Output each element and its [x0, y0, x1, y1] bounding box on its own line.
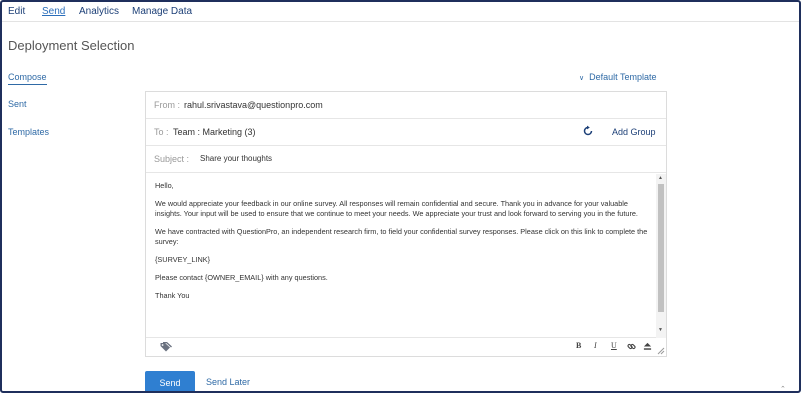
- to-value[interactable]: Team : Marketing (3): [173, 127, 256, 137]
- eject-icon[interactable]: [643, 342, 652, 351]
- bold-button[interactable]: B: [576, 341, 581, 350]
- send-later-link[interactable]: Send Later: [206, 377, 250, 387]
- editor-toolbar: B I U: [146, 338, 666, 356]
- from-value: rahul.srivastava@questionpro.com: [184, 100, 323, 110]
- link-icon[interactable]: [627, 342, 636, 351]
- subject-input[interactable]: Share your thoughts: [200, 154, 272, 163]
- template-selector-label: Default Template: [589, 72, 657, 82]
- nav-manage-data[interactable]: Manage Data: [132, 6, 192, 17]
- email-composer: From : rahul.srivastava@questionpro.com …: [145, 91, 667, 357]
- underline-button[interactable]: U: [611, 341, 617, 350]
- nav-analytics[interactable]: Analytics: [79, 6, 119, 17]
- scroll-up-icon[interactable]: ▲: [658, 175, 663, 181]
- app-frame: Edit Send Analytics Manage Data Deployme…: [0, 0, 801, 393]
- email-body-editor[interactable]: Hello, We would appreciate your feedback…: [146, 174, 666, 338]
- body-paragraph: We have contracted with QuestionPro, an …: [155, 227, 648, 246]
- body-scrollbar[interactable]: ▲ ▼: [656, 174, 666, 338]
- sidebar-item-sent[interactable]: Sent: [8, 99, 27, 109]
- chevron-down-icon: ∨: [579, 75, 585, 82]
- add-group-button[interactable]: Add Group: [612, 127, 656, 137]
- tag-icon[interactable]: [160, 342, 172, 352]
- from-row: From : rahul.srivastava@questionpro.com: [146, 92, 666, 119]
- nav-edit[interactable]: Edit: [8, 6, 25, 17]
- subject-label: Subject :: [154, 154, 190, 164]
- to-label: To :: [154, 127, 169, 137]
- body-paragraph: Hello,: [155, 181, 174, 190]
- body-paragraph: Thank You: [155, 291, 190, 300]
- nav-send[interactable]: Send: [42, 6, 65, 17]
- resize-handle-icon[interactable]: [657, 347, 665, 355]
- italic-button[interactable]: I: [594, 341, 597, 350]
- template-selector[interactable]: ∨ Default Template: [579, 72, 657, 82]
- from-label: From :: [154, 100, 180, 110]
- body-paragraph: {SURVEY_LINK}: [155, 255, 211, 264]
- scroll-down-icon[interactable]: ▼: [658, 327, 663, 333]
- sidebar-item-compose[interactable]: Compose: [8, 72, 47, 85]
- body-paragraph: Please contact {OWNER_EMAIL} with any qu…: [155, 273, 328, 282]
- scroll-thumb[interactable]: [658, 184, 664, 312]
- to-row: To : Team : Marketing (3) Add Group: [146, 119, 666, 146]
- body-paragraph: We would appreciate your feedback in our…: [155, 199, 638, 218]
- subject-row: Subject : Share your thoughts: [146, 146, 666, 173]
- scroll-to-top-icon[interactable]: ⌃: [780, 385, 786, 391]
- sidebar-item-templates[interactable]: Templates: [8, 127, 49, 137]
- top-nav: Edit Send Analytics Manage Data: [2, 2, 799, 22]
- page-title: Deployment Selection: [8, 38, 135, 53]
- send-button[interactable]: Send: [145, 371, 195, 391]
- refresh-icon[interactable]: [582, 125, 594, 137]
- email-body-text: Hello, We would appreciate your feedback…: [155, 181, 655, 309]
